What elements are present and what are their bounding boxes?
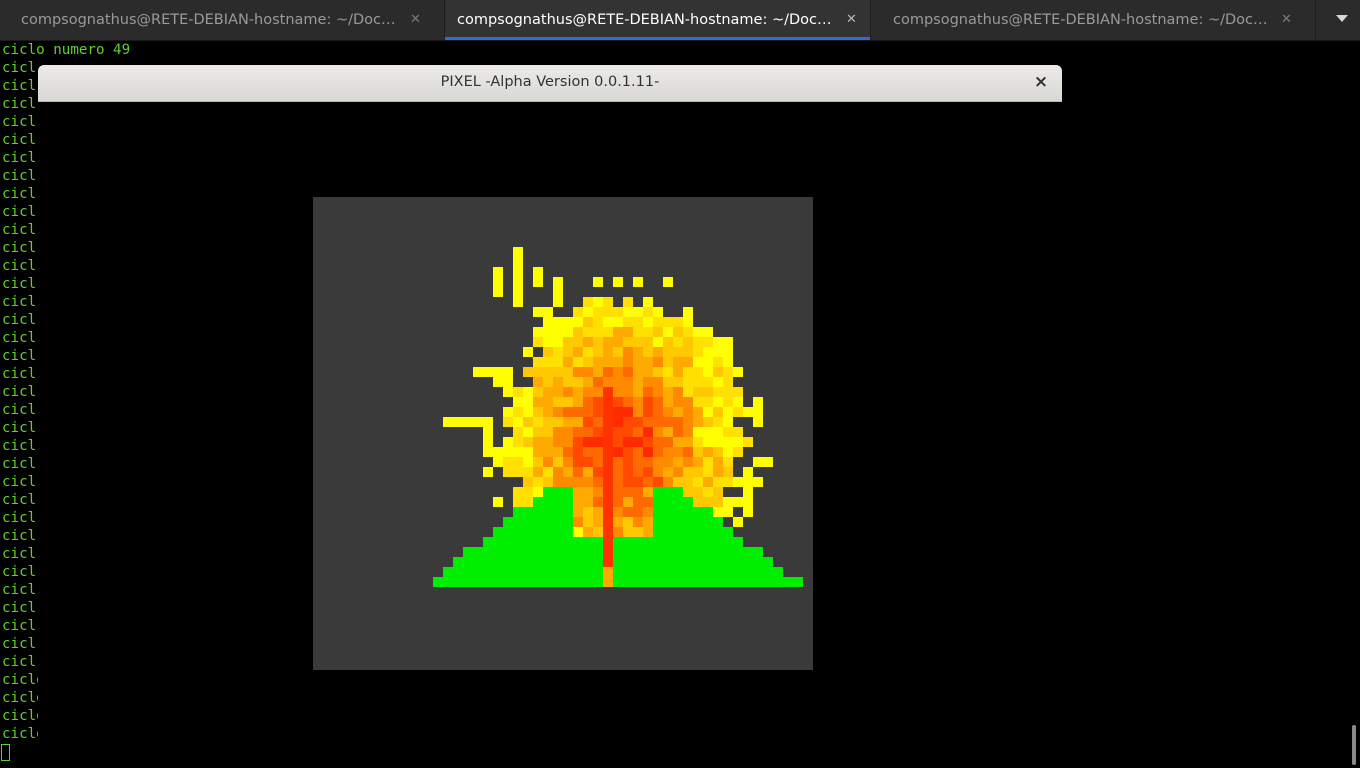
pixel-window: PIXEL -Alpha Version 0.0.1.11- × bbox=[38, 65, 1062, 768]
close-button[interactable]: × bbox=[1030, 71, 1052, 93]
close-icon[interactable]: ✕ bbox=[1281, 12, 1292, 27]
terminal-line: ciclo numero 49 bbox=[2, 42, 131, 58]
close-icon[interactable]: ✕ bbox=[846, 12, 857, 27]
chevron-down-icon[interactable] bbox=[1336, 15, 1348, 22]
tab-terminal-2[interactable]: compsognathus@RETE-DEBIAN-hostname: ~/Do… bbox=[445, 0, 871, 40]
close-icon[interactable]: ✕ bbox=[410, 12, 421, 27]
tab-label: compsognathus@RETE-DEBIAN-hostname: ~/Do… bbox=[893, 12, 1271, 28]
tab-terminal-3[interactable]: compsognathus@RETE-DEBIAN-hostname: ~/Do… bbox=[871, 0, 1316, 40]
tab-bar: compsognathus@RETE-DEBIAN-hostname: ~/Do… bbox=[0, 0, 1360, 41]
fire-tree-pixel-art bbox=[433, 247, 803, 587]
tab-label: compsognathus@RETE-DEBIAN-hostname: ~/Do… bbox=[457, 12, 833, 28]
window-title: PIXEL -Alpha Version 0.0.1.11- bbox=[440, 74, 660, 90]
tab-label: compsognathus@RETE-DEBIAN-hostname: ~/Do… bbox=[21, 12, 399, 28]
tab-terminal-1[interactable]: compsognathus@RETE-DEBIAN-hostname: ~/Do… bbox=[0, 0, 445, 40]
scrollbar-thumb[interactable] bbox=[1352, 725, 1356, 765]
pixel-canvas[interactable] bbox=[313, 197, 813, 670]
terminal-cursor bbox=[1, 744, 10, 761]
scrollbar[interactable] bbox=[1347, 41, 1360, 768]
window-titlebar[interactable]: PIXEL -Alpha Version 0.0.1.11- × bbox=[38, 65, 1062, 102]
